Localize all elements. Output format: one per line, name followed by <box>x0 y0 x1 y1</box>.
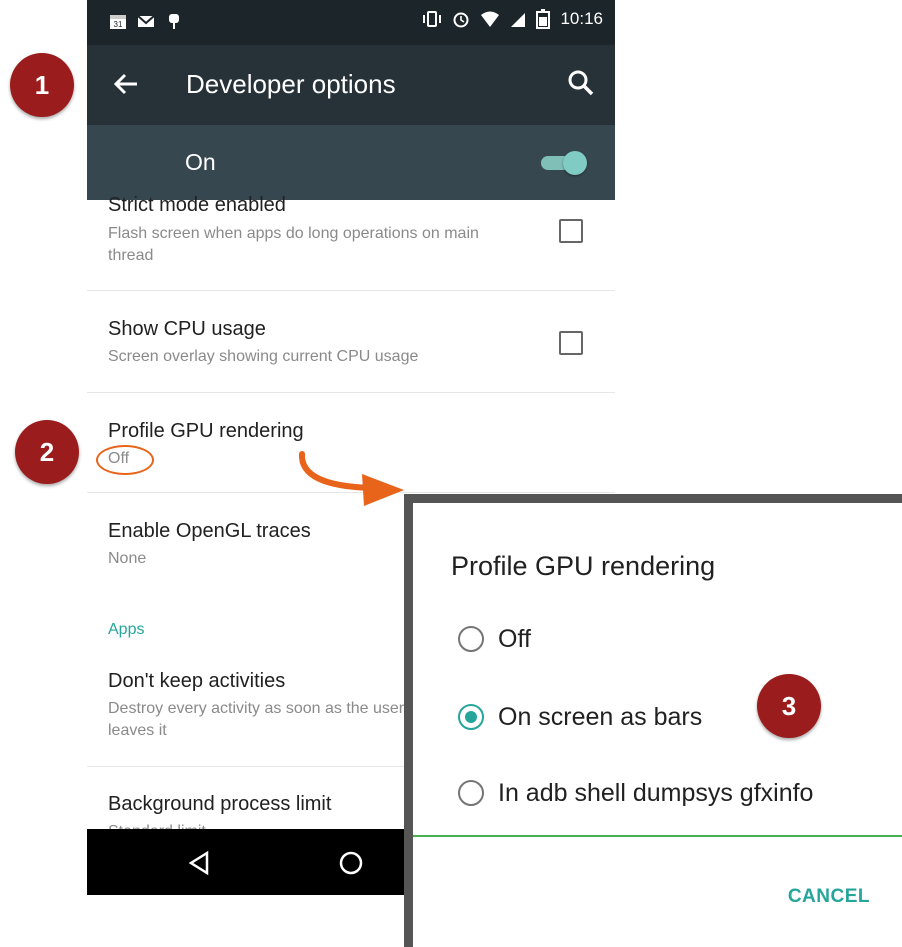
option-label: On screen as bars <box>498 702 703 731</box>
wifi-icon <box>481 11 500 27</box>
signal-icon <box>511 13 526 27</box>
battery-icon <box>536 9 551 29</box>
app-bar: Developer options <box>87 45 615 125</box>
setting-summary: Flash screen when apps do long operation… <box>108 225 479 264</box>
show-cpu-checkbox[interactable] <box>559 331 583 355</box>
option-label: In adb shell dumpsys gfxinfo <box>498 778 814 807</box>
setting-title: Don't keep activities <box>108 670 286 692</box>
android-debug-icon <box>169 14 179 29</box>
vibrate-icon <box>423 11 442 27</box>
option-label: Off <box>498 624 531 653</box>
back-arrow-icon[interactable] <box>109 67 143 101</box>
setting-strict-mode[interactable]: Strict mode enabled Flash screen when ap… <box>87 194 615 290</box>
radio-button-adb-shell[interactable] <box>458 780 484 806</box>
dialog-title: Profile GPU rendering <box>451 551 716 581</box>
highlight-circle <box>96 445 154 475</box>
setting-show-cpu-usage[interactable]: Show CPU usage Screen overlay showing cu… <box>87 291 615 392</box>
radio-button-on-screen-as-bars[interactable] <box>458 704 484 730</box>
cancel-button[interactable]: CANCEL <box>788 886 870 908</box>
master-switch-label: On <box>185 149 216 175</box>
status-time: 10:16 <box>560 9 603 28</box>
alarm-icon <box>453 12 469 28</box>
setting-title: Show CPU usage <box>108 318 266 340</box>
radio-button-off[interactable] <box>458 626 484 652</box>
setting-title: Strict mode enabled <box>108 194 286 216</box>
search-icon[interactable] <box>565 67 597 99</box>
setting-summary: Screen overlay showing current CPU usage <box>108 348 419 365</box>
nav-home-icon[interactable] <box>337 849 365 877</box>
section-header-apps: Apps <box>108 621 145 638</box>
option-off[interactable]: Off <box>458 619 531 659</box>
step-badge-1: 1 <box>10 53 74 117</box>
step-badge-3: 3 <box>757 674 821 738</box>
setting-title: Profile GPU rendering <box>108 420 304 442</box>
option-on-screen-as-bars[interactable]: On screen as bars <box>458 697 702 737</box>
setting-title: Enable OpenGL traces <box>108 520 311 542</box>
profile-gpu-dialog: Profile GPU rendering Off On screen as b… <box>404 494 902 947</box>
status-bar: 31 10:16 <box>87 0 615 45</box>
master-switch-bar: On <box>87 125 615 200</box>
step-badge-2: 2 <box>15 420 79 484</box>
setting-title: Background process limit <box>108 793 332 815</box>
dialog-divider <box>413 835 902 837</box>
svg-text:31: 31 <box>114 20 123 29</box>
calendar-icon: 31 <box>110 15 126 29</box>
gmail-icon <box>137 15 155 27</box>
strict-mode-checkbox[interactable] <box>559 219 583 243</box>
option-adb-shell[interactable]: In adb shell dumpsys gfxinfo <box>458 773 813 813</box>
orange-arrow-icon <box>299 451 404 506</box>
toggle-thumb <box>563 151 587 175</box>
master-switch-toggle[interactable] <box>541 151 587 175</box>
page-title: Developer options <box>186 69 396 99</box>
nav-back-icon[interactable] <box>185 849 213 877</box>
setting-summary: Destroy every activity as soon as the us… <box>108 700 405 739</box>
